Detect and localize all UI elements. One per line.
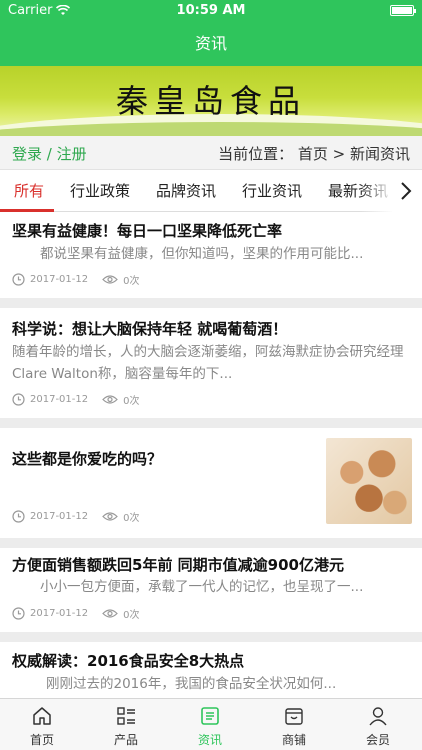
category-tabs: 所有 行业政策 品牌资讯 行业资讯 最新资讯 (0, 170, 422, 212)
news-item[interactable]: 方便面销售额跌回5年前 同期市值减逾900亿港元 小小一包方便面，承载了一代人的… (0, 548, 422, 632)
news-title: 科学说：想让大脑保持年轻 就喝葡萄酒！ (12, 320, 288, 338)
news-summary: 都说坚果有益健康，但你知道吗，坚果的作用可能比... (40, 246, 364, 262)
login-register-link[interactable]: 登录 / 注册 (12, 143, 87, 164)
news-meta: 2017-01-12 0次 (12, 272, 140, 287)
bottom-tab-label: 商铺 (281, 733, 306, 747)
eye-icon (102, 275, 118, 284)
news-date: 2017-01-12 (30, 511, 89, 522)
tab-all[interactable]: 所有 (14, 170, 44, 212)
battery-icon (390, 5, 416, 16)
breadcrumb: 当前位置： 首页 > 新闻资讯 (218, 145, 410, 163)
news-thumbnail (326, 438, 412, 524)
bottom-tab-label: 资讯 (197, 733, 222, 747)
bottom-tab-label: 首页 (29, 733, 54, 747)
chevron-right-icon (401, 182, 412, 200)
news-item[interactable]: 坚果有益健康！每日一口坚果降低死亡率 都说坚果有益健康，但你知道吗，坚果的作用可… (0, 212, 422, 298)
news-meta: 2017-01-12 0次 (12, 509, 140, 524)
eye-icon (102, 609, 118, 618)
news-views: 0次 (123, 610, 140, 621)
tabs-scroll-button[interactable] (392, 170, 422, 212)
status-time: 10:59 AM (176, 3, 246, 18)
bottom-tab-shops[interactable]: 商铺 (252, 699, 336, 750)
news-item[interactable]: 权威解读：2016食品安全8大热点 刚刚过去的2016年，我国的食品安全状况如何… (0, 642, 422, 698)
bottom-tab-news[interactable]: 资讯 (168, 699, 252, 750)
news-item[interactable]: 这些都是你爱吃的吗？ 2017-01-12 0次 (0, 428, 422, 538)
shop-icon (285, 708, 303, 725)
bottom-tab-bar: 首页 产品 资讯 商铺 会员 (0, 698, 422, 750)
brand-banner: 秦皇岛食品 (0, 66, 422, 136)
eye-icon (102, 512, 118, 521)
news-date: 2017-01-12 (30, 608, 89, 619)
app-screen: Carrier 10:59 AM 资讯 秦皇岛食品 登录 / 注册 当前位置： … (0, 0, 422, 750)
bottom-tab-products[interactable]: 产品 (84, 699, 168, 750)
location-bar: 登录 / 注册 当前位置： 首页 > 新闻资讯 (0, 136, 422, 170)
news-summary: 小小一包方便面，承载了一代人的记忆，也呈现了一... (40, 579, 364, 595)
news-icon (201, 707, 219, 725)
news-date: 2017-01-12 (30, 274, 89, 285)
clock-icon (12, 393, 25, 406)
news-views: 0次 (123, 276, 140, 287)
clock-icon (12, 607, 25, 620)
list-icon (117, 707, 135, 725)
tab-brand-news[interactable]: 品牌资讯 (156, 170, 216, 212)
news-item[interactable]: 科学说：想让大脑保持年轻 就喝葡萄酒！ 随着年龄的增长，人的大脑会逐渐萎缩，阿兹… (0, 308, 422, 418)
bottom-tab-member[interactable]: 会员 (336, 699, 420, 750)
news-date: 2017-01-12 (30, 394, 89, 405)
eye-icon (102, 395, 118, 404)
news-title: 权威解读：2016食品安全8大热点 (12, 652, 245, 670)
bottom-tab-label: 会员 (365, 733, 390, 747)
bottom-tab-label: 产品 (113, 733, 138, 747)
news-meta: 2017-01-12 0次 (12, 392, 140, 407)
nav-bar: 资讯 (0, 22, 422, 66)
page-title: 资讯 (194, 34, 227, 53)
tabs-fade (360, 170, 394, 212)
bottom-tab-home[interactable]: 首页 (0, 699, 84, 750)
banner-title: 秦皇岛食品 (115, 82, 306, 120)
user-icon (369, 707, 387, 726)
news-title: 坚果有益健康！每日一口坚果降低死亡率 (12, 222, 283, 240)
news-views: 0次 (123, 396, 140, 407)
news-summary: 刚刚过去的2016年，我国的食品安全状况如何... (46, 676, 337, 692)
tab-industry-policy[interactable]: 行业政策 (70, 170, 130, 212)
news-title: 这些都是你爱吃的吗？ (12, 450, 163, 468)
news-meta: 2017-01-12 0次 (12, 606, 140, 621)
clock-icon (12, 510, 25, 523)
status-bar: Carrier 10:59 AM (0, 0, 422, 22)
tab-industry-news[interactable]: 行业资讯 (242, 170, 302, 212)
news-title: 方便面销售额跌回5年前 同期市值减逾900亿港元 (12, 556, 344, 574)
home-icon (33, 707, 51, 725)
news-views: 0次 (123, 513, 140, 524)
clock-icon (12, 273, 25, 286)
news-summary: 随着年龄的增长，人的大脑会逐渐萎缩，阿兹海默症协会研究经理Clare Walto… (12, 344, 404, 382)
